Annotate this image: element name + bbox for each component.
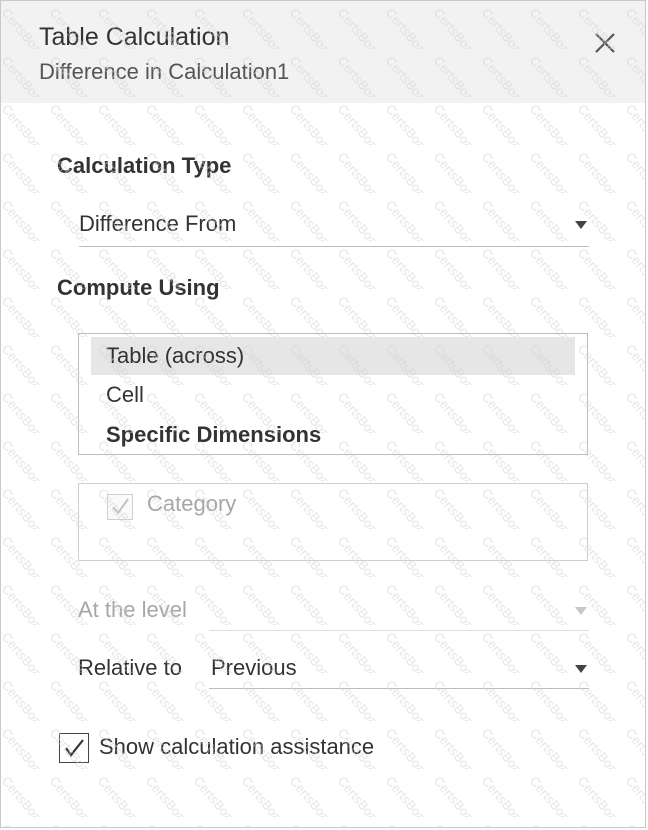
relative-to-label: Relative to [78, 655, 182, 680]
calculation-type-dropdown[interactable]: Difference From [79, 207, 589, 247]
dialog-header: Table Calculation Difference in Calculat… [1, 1, 645, 103]
chevron-down-icon [575, 607, 587, 615]
chevron-down-icon [575, 221, 587, 229]
compute-using-option-specific-dimensions[interactable]: Specific Dimensions [91, 416, 575, 454]
category-checkbox[interactable] [107, 494, 133, 520]
dimensions-list: Category [78, 483, 588, 561]
calculation-type-label: Calculation Type [57, 153, 232, 178]
dialog-title: Table Calculation [39, 23, 230, 51]
checkmark-icon [65, 739, 84, 757]
compute-using-list: Table (across) Cell Specific Dimensions [78, 333, 588, 455]
category-label: Category [147, 491, 237, 516]
at-the-level-dropdown [209, 591, 589, 631]
compute-using-option-cell[interactable]: Cell [91, 376, 575, 414]
dialog-subtitle: Difference in Calculation1 [39, 59, 290, 84]
close-button[interactable] [591, 29, 619, 57]
calculation-type-value: Difference From [79, 211, 237, 236]
relative-to-value: Previous [211, 655, 297, 680]
checkmark-icon [112, 498, 129, 515]
close-icon [595, 33, 615, 53]
relative-to-dropdown[interactable]: Previous [209, 649, 589, 689]
table-calculation-dialog: Table Calculation Difference in Calculat… [0, 0, 646, 828]
at-the-level-label: At the level [78, 597, 187, 622]
compute-using-label: Compute Using [57, 275, 220, 300]
chevron-down-icon [575, 665, 587, 673]
compute-using-option-table-across[interactable]: Table (across) [91, 337, 575, 375]
show-calculation-assistance-label: Show calculation assistance [99, 734, 375, 759]
show-calculation-assistance-checkbox[interactable] [59, 733, 89, 763]
